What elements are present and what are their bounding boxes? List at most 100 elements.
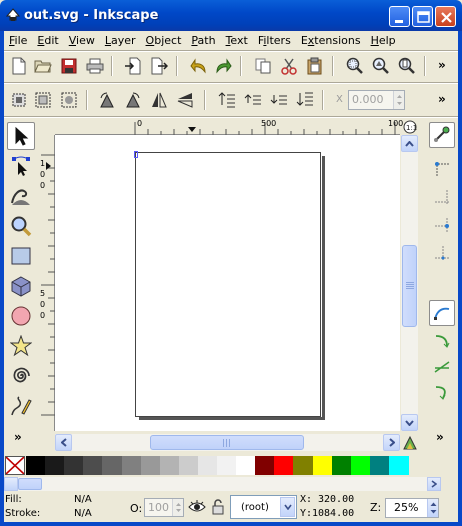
copy-button[interactable] — [252, 55, 274, 77]
zoom-selection-button[interactable] — [344, 55, 366, 77]
horizontal-scrollbar[interactable] — [55, 434, 400, 451]
color-swatch[interactable] — [312, 456, 333, 475]
deselect-button[interactable] — [58, 89, 80, 111]
selector-tool[interactable] — [7, 122, 35, 150]
fill-value[interactable]: N/A — [74, 494, 92, 505]
color-swatch[interactable] — [159, 456, 180, 475]
palette-scroll-left[interactable] — [4, 477, 18, 491]
color-swatch[interactable] — [293, 456, 314, 475]
color-swatch[interactable] — [255, 456, 276, 475]
color-swatch[interactable] — [45, 456, 66, 475]
x-spinbox[interactable]: 0.000 — [348, 90, 405, 110]
open-button[interactable] — [32, 55, 54, 77]
menu-layer[interactable]: Layer — [100, 34, 141, 47]
new-document-button[interactable] — [8, 55, 30, 77]
color-swatch[interactable] — [197, 456, 218, 475]
color-swatch[interactable] — [83, 456, 104, 475]
ellipse-tool[interactable] — [7, 302, 35, 330]
current-layer-select[interactable]: (root) — [230, 495, 297, 519]
menu-view[interactable]: View — [64, 34, 100, 47]
vertical-ruler[interactable]: 1 0 0 5 0 0 — [38, 135, 55, 431]
lower-bottom-button[interactable] — [294, 89, 316, 111]
snap-paths-button[interactable] — [429, 328, 455, 354]
drawing-canvas[interactable] — [55, 135, 400, 431]
vertical-scroll-thumb[interactable] — [402, 245, 417, 327]
color-swatch[interactable] — [178, 456, 199, 475]
star-tool[interactable] — [7, 332, 35, 360]
commands-overflow-button[interactable]: » — [438, 58, 446, 72]
spin-arrows-icon[interactable] — [393, 91, 404, 109]
color-swatch[interactable] — [102, 456, 123, 475]
color-swatch[interactable] — [217, 456, 237, 475]
color-swatch[interactable] — [388, 456, 409, 475]
spin-arrows-icon[interactable] — [172, 499, 183, 516]
snap-intersection-button[interactable] — [429, 354, 455, 380]
zoom-tool[interactable] — [7, 212, 35, 240]
rotate-ccw-button[interactable] — [96, 89, 118, 111]
vertical-scrollbar[interactable] — [401, 135, 418, 431]
menu-text[interactable]: Text — [221, 34, 253, 47]
menu-filters[interactable]: Filters — [253, 34, 296, 47]
scroll-left-button[interactable] — [55, 434, 72, 451]
tweak-tool[interactable] — [7, 182, 35, 210]
rectangle-tool[interactable] — [7, 242, 35, 270]
select-all-button[interactable] — [8, 89, 30, 111]
color-swatch[interactable] — [369, 456, 390, 475]
scroll-up-button[interactable] — [401, 135, 418, 152]
raise-top-button[interactable] — [216, 89, 238, 111]
color-swatch[interactable] — [274, 456, 295, 475]
no-paint-swatch[interactable] — [5, 456, 25, 475]
menu-object[interactable]: Object — [141, 34, 187, 47]
spiral-tool[interactable] — [7, 362, 35, 390]
menu-path[interactable]: Path — [186, 34, 220, 47]
palette-scroll-thumb[interactable] — [18, 478, 42, 490]
snap-smooth-button[interactable] — [429, 380, 455, 406]
paste-button[interactable] — [304, 55, 326, 77]
color-swatch[interactable] — [140, 456, 161, 475]
pencil-tool[interactable] — [7, 392, 35, 420]
color-swatch[interactable] — [64, 456, 85, 475]
cut-button[interactable] — [278, 55, 300, 77]
maximize-button[interactable] — [412, 6, 433, 27]
zoom-page-button[interactable] — [396, 55, 418, 77]
close-button[interactable] — [435, 6, 456, 27]
snap-bbox-edge-button[interactable] — [429, 184, 455, 210]
layer-lock-toggle[interactable] — [211, 498, 225, 519]
raise-button[interactable] — [242, 89, 264, 111]
rotate-cw-button[interactable] — [122, 89, 144, 111]
minimize-button[interactable] — [389, 6, 410, 27]
lower-button[interactable] — [268, 89, 290, 111]
snap-bbox-button[interactable] — [429, 156, 455, 182]
scroll-down-button[interactable] — [401, 414, 418, 431]
title-bar[interactable]: out.svg - Inkscape — [0, 0, 462, 31]
color-manage-toggle[interactable] — [401, 434, 418, 451]
palette-scrollbar[interactable] — [4, 477, 441, 491]
menu-help[interactable]: Help — [366, 34, 401, 47]
horizontal-ruler[interactable]: 0 500 100 — [55, 119, 403, 135]
color-swatch[interactable] — [236, 456, 257, 475]
stroke-value[interactable]: N/A — [74, 508, 92, 519]
document-page[interactable] — [135, 152, 321, 417]
export-button[interactable] — [148, 55, 170, 77]
zoom-drawing-button[interactable] — [370, 55, 392, 77]
snap-nodes-button[interactable] — [429, 300, 455, 326]
color-swatch[interactable] — [350, 456, 371, 475]
color-swatch[interactable] — [26, 456, 46, 475]
scroll-right-button[interactable] — [383, 434, 400, 451]
spin-arrows-icon[interactable] — [427, 499, 438, 517]
menu-edit[interactable]: Edit — [32, 34, 63, 47]
3d-box-tool[interactable] — [7, 272, 35, 300]
color-swatch[interactable] — [121, 456, 142, 475]
snap-enable-button[interactable] — [429, 122, 455, 148]
color-swatch[interactable] — [331, 456, 352, 475]
print-button[interactable] — [84, 55, 106, 77]
layer-visibility-toggle[interactable] — [188, 499, 206, 518]
opacity-spinbox[interactable]: 100 — [144, 498, 184, 517]
layer-dropdown-button[interactable] — [280, 497, 295, 517]
snap-overflow-button[interactable]: » — [436, 430, 444, 444]
snap-bbox-midpoint-button[interactable] — [429, 240, 455, 266]
horizontal-scroll-thumb[interactable] — [150, 435, 304, 450]
redo-button[interactable] — [212, 55, 234, 77]
palette-scroll-right[interactable] — [427, 477, 441, 491]
controls-overflow-button[interactable]: » — [438, 92, 446, 106]
